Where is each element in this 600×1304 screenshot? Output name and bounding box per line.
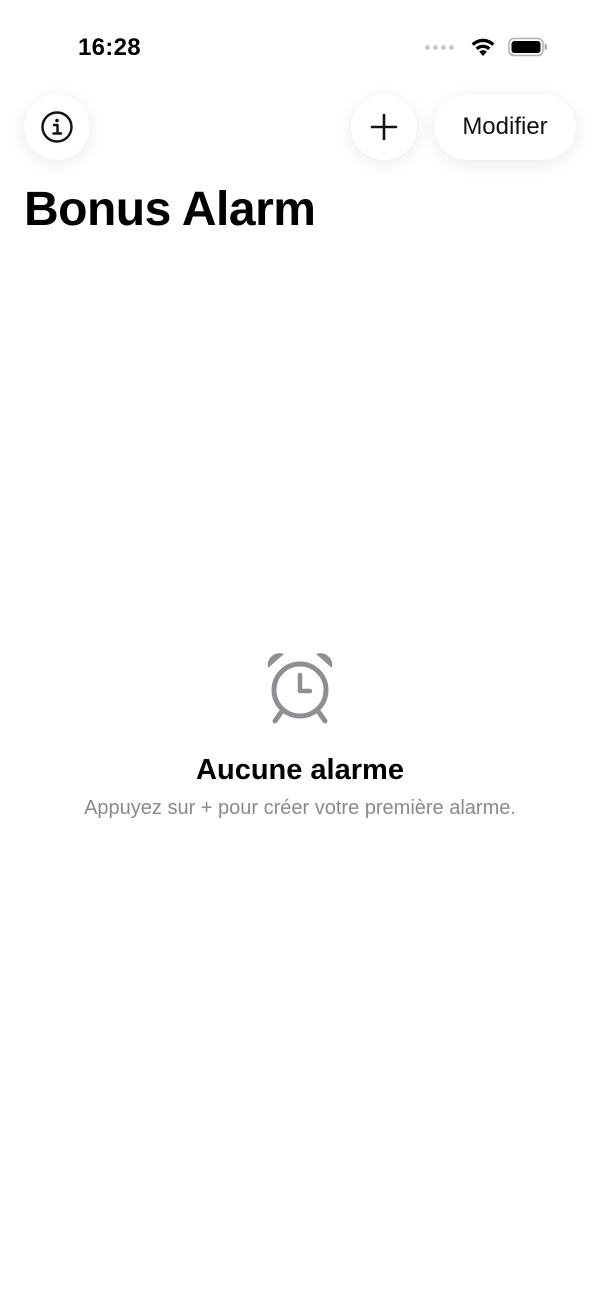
- empty-state-subtitle: Appuyez sur + pour créer votre première …: [84, 797, 516, 819]
- add-alarm-button[interactable]: [351, 94, 417, 160]
- empty-state-title: Aucune alarme: [196, 754, 404, 786]
- empty-state: Aucune alarme Appuyez sur + pour créer v…: [0, 648, 600, 820]
- status-icons: [425, 37, 548, 57]
- status-time: 16:28: [78, 34, 141, 61]
- battery-icon: [508, 37, 547, 57]
- status-bar: 16:28: [0, 0, 600, 90]
- edit-button[interactable]: Modifier: [434, 94, 576, 160]
- cellular-signal-icon: [425, 44, 454, 50]
- info-circle-icon: [41, 111, 73, 143]
- wifi-icon: [471, 38, 495, 56]
- plus-icon: [370, 113, 398, 141]
- info-button[interactable]: [24, 94, 90, 160]
- app-screen: 16:28 Modifier Bonus Alarm Aucune alarme…: [0, 0, 600, 1304]
- page-title: Bonus Alarm: [24, 183, 316, 236]
- alarm-clock-icon: [267, 653, 333, 724]
